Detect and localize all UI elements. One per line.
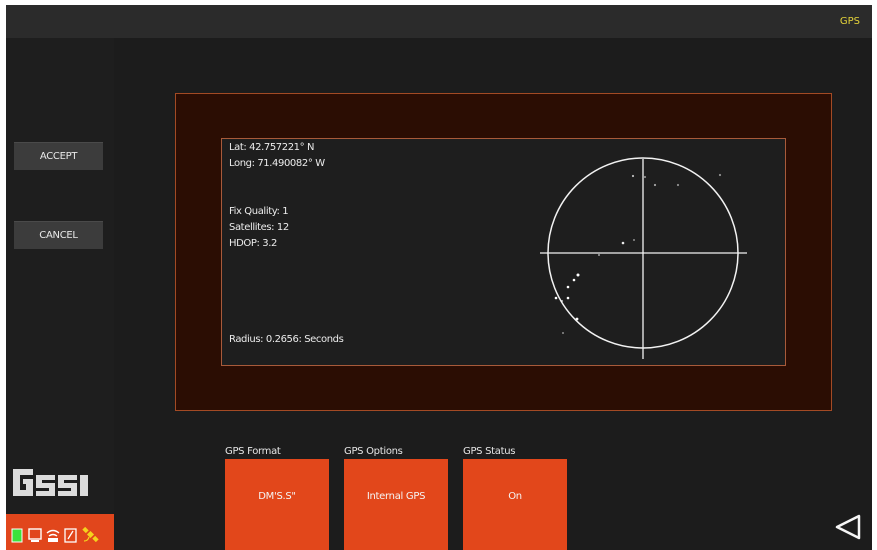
- fix-point: [633, 239, 635, 241]
- gssi-logo: [13, 469, 88, 496]
- gps-scatter-plot: [540, 157, 747, 359]
- screen-icon: [28, 528, 42, 542]
- fix-point: [576, 273, 580, 277]
- gps-satellite-icon: [82, 526, 99, 543]
- gps-format-label: GPS Format: [225, 446, 281, 457]
- cancel-button[interactable]: CANCEL: [14, 221, 103, 249]
- gps-options-button[interactable]: Internal GPS: [344, 459, 448, 550]
- fix-point: [643, 175, 647, 179]
- radius-text: Radius: 0.2656: Seconds: [229, 334, 344, 345]
- fix-point: [718, 173, 722, 177]
- gps-status-panel: Lat: 42.757221° N Long: 71.490082° W Fix…: [221, 138, 786, 366]
- gps-options-label: GPS Options: [344, 446, 403, 457]
- fix-point: [653, 183, 657, 187]
- fix-point: [572, 278, 576, 282]
- fix-point: [575, 317, 579, 321]
- back-triangle-icon[interactable]: [830, 510, 864, 544]
- battery-icon: [11, 528, 23, 543]
- gps-settings-screen: GPS ACCEPT CANCEL Lat: 42.757221° N Long…: [6, 5, 872, 550]
- page-title: GPS: [839, 16, 860, 27]
- hdop-text: HDOP: 3.2: [229, 238, 277, 249]
- top-bar: GPS: [6, 5, 872, 38]
- fix-point: [560, 299, 564, 303]
- fix-point: [554, 296, 558, 300]
- status-bar: [6, 514, 114, 550]
- sd-card-icon: [64, 528, 77, 543]
- fix-point: [631, 174, 635, 178]
- gps-format-button[interactable]: DM'S.S": [225, 459, 329, 550]
- fix-point: [598, 254, 600, 256]
- fix-point: [621, 241, 625, 245]
- gps-status-button[interactable]: On: [463, 459, 567, 550]
- satellites-text: Satellites: 12: [229, 222, 289, 233]
- fix-point: [676, 183, 680, 187]
- gps-status-label: GPS Status: [463, 446, 516, 457]
- fix-point: [566, 285, 570, 289]
- fix-point: [566, 296, 570, 300]
- sidebar: ACCEPT CANCEL: [6, 38, 114, 550]
- latitude-text: Lat: 42.757221° N: [229, 142, 315, 153]
- fix-quality-text: Fix Quality: 1: [229, 206, 289, 217]
- accept-button[interactable]: ACCEPT: [14, 142, 103, 170]
- fix-point: [562, 332, 564, 334]
- longitude-text: Long: 71.490082° W: [229, 158, 325, 169]
- gps-dialog: Lat: 42.757221° N Long: 71.490082° W Fix…: [175, 93, 832, 411]
- wifi-icon: [46, 529, 60, 542]
